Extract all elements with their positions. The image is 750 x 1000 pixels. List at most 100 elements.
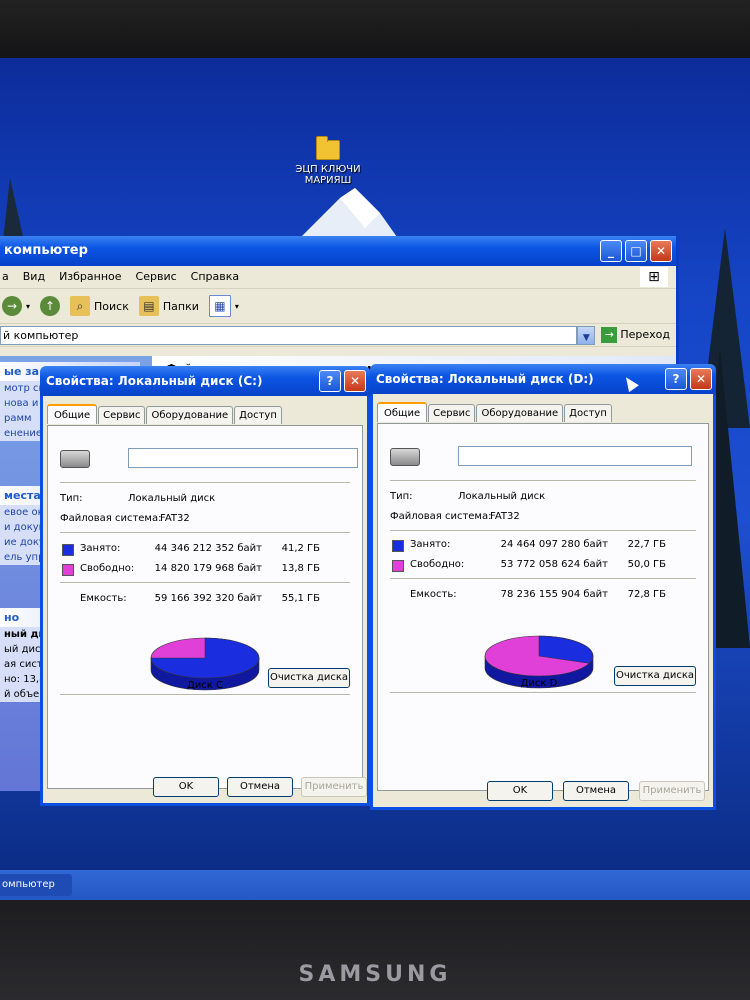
taskbar-item-my-computer[interactable]: омпьютер: [0, 874, 72, 896]
used-bytes: 44 346 212 352 байт: [154, 543, 262, 554]
ok-button[interactable]: OK: [487, 781, 553, 801]
close-button[interactable]: ✕: [344, 370, 366, 392]
free-bytes: 53 772 058 624 байт: [500, 559, 608, 570]
capacity-label: Емкость:: [410, 589, 457, 600]
used-swatch: [62, 544, 74, 556]
hard-drive-icon: [390, 448, 420, 466]
views-button[interactable]: ▦ ▾: [208, 295, 239, 317]
type-value: Локальный диск: [128, 493, 216, 504]
explorer-title: компьютер: [4, 243, 88, 258]
forward-arrow-icon: →: [2, 296, 22, 316]
dialog-title: Свойства: Локальный диск (C:): [46, 374, 263, 388]
views-icon: ▦: [208, 295, 231, 317]
address-input[interactable]: й компьютер: [0, 325, 578, 345]
type-value: Локальный диск: [458, 491, 546, 502]
used-bytes: 24 464 097 280 байт: [500, 539, 608, 550]
used-label: Занято:: [410, 539, 451, 550]
divider: [60, 482, 350, 484]
search-button[interactable]: ⌕ Поиск: [70, 296, 129, 316]
used-label: Занято:: [80, 543, 121, 554]
free-label: Свободно:: [410, 559, 465, 570]
menu-item-favorites[interactable]: Избранное: [59, 266, 121, 288]
tab-hardware[interactable]: Оборудование: [146, 406, 234, 424]
fs-value: FAT32: [490, 511, 520, 522]
folders-button[interactable]: ▤ Папки: [138, 296, 199, 316]
properties-dialog-c: Свойства: Локальный диск (C:) ? ✕ Общие …: [40, 366, 370, 806]
folders-icon: ▤: [138, 296, 159, 316]
dialog-title-bar[interactable]: Свойства: Локальный диск (C:) ? ✕: [40, 366, 370, 396]
type-label: Тип:: [390, 491, 413, 502]
tab-sharing[interactable]: Доступ: [234, 406, 282, 424]
tab-sharing[interactable]: Доступ: [564, 404, 612, 422]
cancel-button[interactable]: Отмена: [563, 781, 629, 801]
folder-icon: [316, 136, 340, 160]
explorer-title-bar[interactable]: компьютер _ □ ✕: [0, 236, 676, 266]
menu-bar: а Вид Избранное Сервис Справка ⊞: [0, 266, 676, 289]
apply-button[interactable]: Применить: [301, 777, 367, 797]
help-button[interactable]: ?: [665, 368, 687, 390]
cancel-button[interactable]: Отмена: [227, 777, 293, 797]
free-swatch: [62, 564, 74, 576]
up-folder-icon: ↑: [40, 296, 61, 316]
divider: [60, 694, 350, 696]
volume-label-input[interactable]: [128, 448, 358, 468]
up-button[interactable]: ↑: [40, 296, 61, 316]
hard-drive-icon: [60, 450, 90, 468]
divider: [60, 582, 350, 584]
general-tab-panel: Тип: Локальный диск Файловая система: FAT3…: [47, 425, 363, 789]
desktop-icon-label: ЭЦП КЛЮЧИ МАРИЯШ: [295, 164, 361, 186]
tab-strip: Общие Сервис Оборудование Доступ: [47, 404, 283, 424]
divider: [390, 480, 696, 482]
go-button[interactable]: → Переход: [601, 324, 670, 346]
menu-item-view[interactable]: Вид: [23, 266, 45, 288]
capacity-bytes: 59 166 392 320 байт: [154, 593, 262, 604]
fs-label: Файловая система:: [390, 511, 492, 522]
free-bytes: 14 820 179 968 байт: [154, 563, 262, 574]
capacity-label: Емкость:: [80, 593, 127, 604]
tab-general[interactable]: Общие: [47, 404, 98, 424]
desktop-folder-icon[interactable]: ЭЦП КЛЮЧИ МАРИЯШ: [288, 136, 368, 186]
general-tab-panel: Тип: Локальный диск Файловая система: FAT3…: [377, 423, 709, 791]
apply-button[interactable]: Применить: [639, 781, 705, 801]
used-gb: 22,7 ГБ: [627, 539, 666, 550]
capacity-gb: 72,8 ГБ: [627, 589, 666, 600]
type-label: Тип:: [60, 493, 83, 504]
maximize-button[interactable]: □: [625, 240, 647, 262]
divider: [390, 692, 696, 694]
disk-cleanup-button[interactable]: Очистка диска: [614, 666, 696, 686]
address-dropdown-button[interactable]: ▼: [577, 325, 596, 345]
dialog-title-bar[interactable]: Свойства: Локальный диск (D:) ? ✕: [370, 364, 716, 394]
free-gb: 50,0 ГБ: [627, 559, 666, 570]
menu-item-file[interactable]: а: [2, 266, 9, 288]
used-gb: 41,2 ГБ: [281, 543, 320, 554]
menu-item-tools[interactable]: Сервис: [136, 266, 177, 288]
dialog-title: Свойства: Локальный диск (D:): [376, 372, 594, 386]
tab-general[interactable]: Общие: [377, 402, 428, 422]
monitor-bezel-top: [0, 0, 750, 58]
help-button[interactable]: ?: [319, 370, 341, 392]
divider: [60, 532, 350, 534]
minimize-button[interactable]: _: [600, 240, 622, 262]
menu-item-help[interactable]: Справка: [191, 266, 239, 288]
toolbar: → ▾ ↑ ⌕ Поиск ▤ Папки ▦ ▾: [0, 289, 676, 324]
ok-button[interactable]: OK: [153, 777, 219, 797]
disk-cleanup-button[interactable]: Очистка диска: [268, 668, 350, 688]
fs-label: Файловая система:: [60, 513, 162, 524]
desktop: ЭЦП КЛЮЧИ МАРИЯШ компьютер _ □ ✕ а Вид И…: [0, 58, 750, 900]
address-bar: й компьютер ▼ → Переход: [0, 324, 676, 347]
folders-label: Папки: [162, 299, 199, 313]
search-icon: ⌕: [70, 296, 91, 316]
capacity-gb: 55,1 ГБ: [281, 593, 320, 604]
go-arrow-icon: →: [601, 327, 618, 343]
tab-tools[interactable]: Сервис: [98, 406, 146, 424]
monitor-brand-logo: SAMSUNG: [298, 962, 452, 987]
close-button[interactable]: ✕: [650, 240, 672, 262]
properties-dialog-d: Свойства: Локальный диск (D:) ? ✕ Общие …: [370, 364, 716, 810]
tab-strip: Общие Сервис Оборудование Доступ: [377, 402, 613, 422]
tab-hardware[interactable]: Оборудование: [476, 404, 564, 422]
forward-button[interactable]: → ▾: [2, 296, 30, 316]
tab-tools[interactable]: Сервис: [428, 404, 476, 422]
close-button[interactable]: ✕: [690, 368, 712, 390]
go-label: Переход: [620, 328, 670, 341]
volume-label-input[interactable]: [458, 446, 692, 466]
